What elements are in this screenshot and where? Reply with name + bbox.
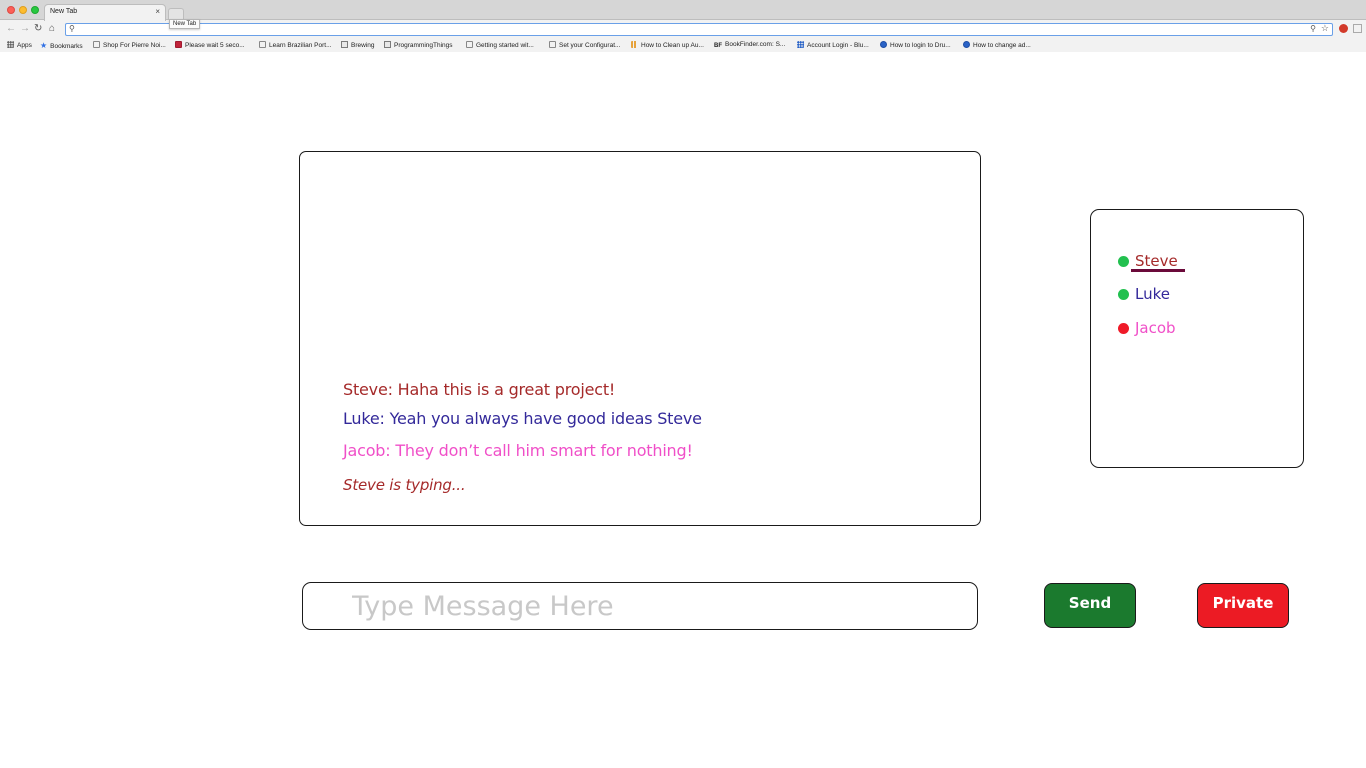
zoom-icon[interactable]: ⚲: [1310, 24, 1316, 33]
selected-user-underline: [1131, 269, 1185, 272]
private-button[interactable]: Private: [1197, 583, 1289, 628]
message-input[interactable]: [302, 582, 978, 630]
bookmark-item[interactable]: Set your Configurat...: [549, 41, 620, 49]
address-bar[interactable]: ⚲ ⚲ ☆: [65, 23, 1333, 36]
tab-strip: New Tab ×: [0, 0, 1366, 21]
bookmark-item[interactable]: How to Clean up Au...: [631, 41, 704, 49]
chat-message: Steve: Haha this is a great project!: [343, 380, 616, 399]
page-icon: [466, 41, 473, 48]
folder-icon: [384, 41, 391, 48]
tab-new-tab[interactable]: New Tab ×: [44, 4, 166, 21]
typing-indicator: Steve is typing...: [343, 476, 466, 494]
close-window-button[interactable]: [7, 6, 15, 14]
bookmark-item[interactable]: How to login to Dru...: [880, 41, 951, 49]
navigation-bar: ← → ↻ ⌂ ⚲ ⚲ ☆: [0, 21, 1366, 38]
page-icon: [549, 41, 556, 48]
bookmark-item[interactable]: Getting started wit...: [466, 41, 534, 49]
bookmark-item[interactable]: Apps: [7, 41, 32, 49]
chat-message: Jacob: They don’t call him smart for not…: [343, 441, 693, 460]
bookmark-item[interactable]: BF BookFinder.com: S...: [714, 41, 785, 49]
send-button[interactable]: Send: [1044, 583, 1136, 628]
tab-close-icon[interactable]: ×: [155, 7, 160, 16]
back-arrow-icon[interactable]: ←: [6, 23, 16, 35]
user-list: Steve Luke Jacob: [1090, 209, 1304, 468]
extension-icon[interactable]: [1339, 24, 1348, 33]
page-icon: [259, 41, 266, 48]
apps-grid-icon: [7, 41, 14, 48]
browser-chrome: New Tab × New Tab ← → ↻ ⌂ ⚲ ⚲ ☆ Apps ★ Bo…: [0, 0, 1366, 52]
grid-icon: [797, 41, 804, 48]
chat-log[interactable]: Steve: Haha this is a great project! Luk…: [299, 151, 981, 526]
reload-icon[interactable]: ↻: [34, 23, 42, 35]
minimize-window-button[interactable]: [19, 6, 27, 14]
bookmark-item[interactable]: ProgrammingThings: [384, 41, 453, 49]
forward-arrow-icon[interactable]: →: [20, 23, 30, 35]
tab-title: New Tab: [50, 8, 78, 15]
bookmark-star-icon[interactable]: ☆: [1321, 23, 1329, 34]
online-status-icon: [1118, 289, 1129, 300]
bookmark-item[interactable]: ★ Bookmarks: [40, 41, 83, 50]
bookmark-item[interactable]: Please wait 5 seco...: [175, 41, 245, 49]
drupal-icon: [963, 41, 970, 48]
chat-message: Luke: Yeah you always have good ideas St…: [343, 409, 702, 428]
menu-icon[interactable]: [1353, 24, 1362, 33]
online-status-icon: [1118, 256, 1129, 267]
red-square-icon: [175, 41, 182, 48]
bookmark-item[interactable]: How to change ad...: [963, 41, 1031, 49]
folder-icon: [341, 41, 348, 48]
tab-tooltip: New Tab: [169, 19, 201, 29]
bookmarks-bar: Apps ★ Bookmarks Shop For Pierre Noi... P…: [0, 38, 1366, 52]
user-name: Luke: [1135, 285, 1170, 303]
offline-status-icon: [1118, 323, 1129, 334]
home-icon[interactable]: ⌂: [49, 23, 55, 35]
bookmark-item[interactable]: Shop For Pierre Noi...: [93, 41, 166, 49]
maximize-window-button[interactable]: [31, 6, 39, 14]
user-name: Jacob: [1135, 319, 1176, 337]
star-icon: ★: [40, 41, 48, 50]
bookmark-item[interactable]: Brewing: [341, 41, 374, 49]
user-name: Steve: [1135, 252, 1178, 270]
search-icon: ⚲: [69, 24, 75, 33]
drupal-icon: [880, 41, 887, 48]
bookmark-item[interactable]: Learn Brazilian Port...: [259, 41, 332, 49]
bf-logo-icon: BF: [714, 43, 722, 49]
bars-icon: [631, 41, 638, 48]
page-icon: [93, 41, 100, 48]
bookmark-item[interactable]: Account Login - Blu...: [797, 41, 869, 49]
